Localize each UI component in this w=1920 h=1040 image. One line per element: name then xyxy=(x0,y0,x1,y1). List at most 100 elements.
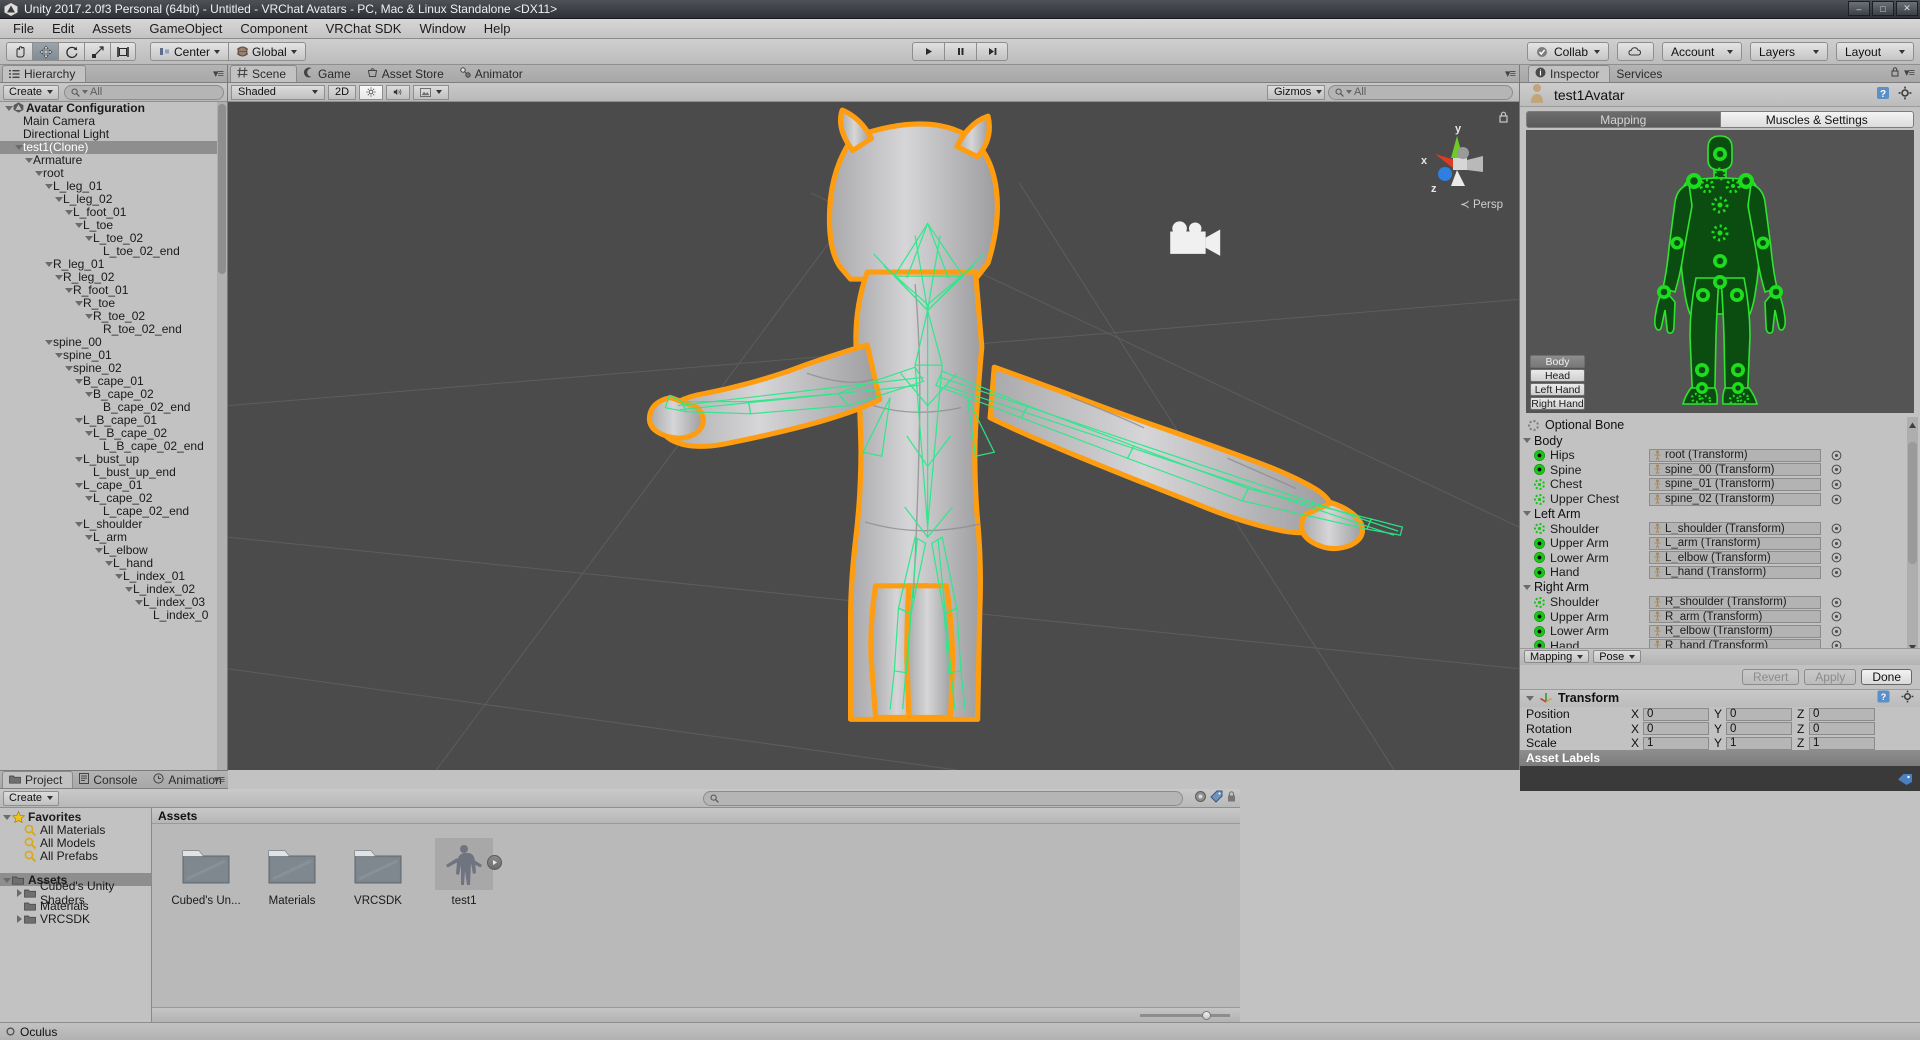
foldout-open-icon[interactable] xyxy=(94,546,103,555)
lighting-toggle-button[interactable] xyxy=(359,84,383,100)
transform-position-y-input[interactable]: 0 xyxy=(1726,707,1792,721)
foldout-open-icon[interactable] xyxy=(2,812,12,822)
hierarchy-item[interactable]: L_hand xyxy=(0,557,227,570)
rect-tool-button[interactable] xyxy=(110,42,136,61)
inspector-lock-icon[interactable] xyxy=(1891,64,1900,80)
2d-toggle-button[interactable]: 2D xyxy=(328,84,356,100)
transform-header[interactable]: Transform ? xyxy=(1520,689,1920,707)
hierarchy-search-input[interactable]: All xyxy=(64,84,224,100)
bone-object-field[interactable]: spine_02 (Transform) xyxy=(1649,492,1821,506)
avatar-region-head[interactable]: Head xyxy=(1530,369,1585,382)
label-tag-icon[interactable] xyxy=(1897,773,1912,785)
menu-item-vrchat-sdk[interactable]: VRChat SDK xyxy=(317,20,411,37)
bone-scroll-thumb[interactable] xyxy=(1908,442,1917,564)
foldout-open-icon[interactable] xyxy=(14,143,23,152)
avatar-tab-muscles-settings[interactable]: Muscles & Settings xyxy=(1719,111,1914,128)
transform-scale-y-input[interactable]: 1 xyxy=(1726,736,1792,750)
asset-labels-body[interactable] xyxy=(1520,766,1920,792)
transform-scale-x-input[interactable]: 1 xyxy=(1643,736,1709,750)
foldout-open-icon[interactable] xyxy=(44,182,53,191)
hand-tool-button[interactable] xyxy=(6,42,32,61)
pivot-mode-button[interactable]: Center xyxy=(150,42,229,61)
foldout-open-icon[interactable] xyxy=(74,377,83,386)
project-tree-item[interactable]: All Prefabs xyxy=(0,849,151,863)
minimize-button[interactable]: – xyxy=(1848,1,1870,16)
foldout-open-icon[interactable] xyxy=(34,169,43,178)
bone-object-field[interactable]: L_arm (Transform) xyxy=(1649,536,1821,550)
transform-rotation-z-input[interactable]: 0 xyxy=(1809,722,1875,735)
bone-object-field[interactable]: L_shoulder (Transform) xyxy=(1649,522,1821,536)
hierarchy-tree[interactable]: Avatar Configuration Main Camera Direction… xyxy=(0,102,227,770)
account-button[interactable]: Account xyxy=(1662,42,1742,61)
avatar-region-buttons[interactable]: Body Head Left Hand Right Hand xyxy=(1530,355,1585,410)
scroll-up-arrow[interactable] xyxy=(1908,417,1917,428)
tab-game[interactable]: Game xyxy=(297,65,361,82)
foldout-open-icon[interactable] xyxy=(64,286,73,295)
window-controls[interactable]: – □ ✕ xyxy=(1848,1,1918,16)
folder-icon[interactable] xyxy=(177,838,235,890)
bone-object-field[interactable]: R_hand (Transform) xyxy=(1649,639,1821,648)
object-picker-icon[interactable] xyxy=(1830,551,1843,564)
foldout-open-icon[interactable] xyxy=(74,481,83,490)
hierarchy-item[interactable]: root xyxy=(0,167,227,180)
bone-group-header[interactable]: Right Arm xyxy=(1520,580,1920,595)
bone-object-field[interactable]: L_elbow (Transform) xyxy=(1649,551,1821,565)
foldout-open-icon[interactable] xyxy=(114,572,123,581)
object-picker-icon[interactable] xyxy=(1830,566,1843,579)
pause-button[interactable] xyxy=(944,42,976,61)
project-tree-item[interactable]: Cubed's Unity Shaders xyxy=(0,879,151,907)
bone-mapping-row[interactable]: Shoulder R_shoulder (Transform) xyxy=(1520,595,1920,610)
cloud-button[interactable] xyxy=(1617,42,1654,61)
foldout-open-icon[interactable] xyxy=(1522,583,1531,592)
effects-toggle-button[interactable] xyxy=(413,84,449,100)
object-picker-icon[interactable] xyxy=(1830,596,1843,609)
shading-mode-dropdown[interactable]: Shaded xyxy=(231,84,325,100)
foldout-open-icon[interactable] xyxy=(24,156,33,165)
hierarchy-item[interactable]: L_foot_01 xyxy=(0,206,227,219)
scene-axis-gizmo[interactable]: y x z xyxy=(1417,120,1497,200)
foldout-open-icon[interactable] xyxy=(104,559,113,568)
foldout-open-icon[interactable] xyxy=(2,875,12,885)
transform-rotation-y-input[interactable]: 0 xyxy=(1726,722,1792,735)
foldout-open-icon[interactable] xyxy=(1522,509,1531,518)
transform-position-z-input[interactable]: 0 xyxy=(1809,707,1875,721)
bone-object-field[interactable]: spine_01 (Transform) xyxy=(1649,477,1821,491)
menu-item-gameobject[interactable]: GameObject xyxy=(140,20,231,37)
object-picker-icon[interactable] xyxy=(1830,522,1843,535)
scroll-down-arrow[interactable] xyxy=(1908,639,1917,648)
asset-preview-play-icon[interactable] xyxy=(487,855,502,870)
foldout-open-icon[interactable] xyxy=(74,221,83,230)
scene-projection-label[interactable]: ≺ Persp xyxy=(1460,197,1503,211)
foldout-open-icon[interactable] xyxy=(84,312,93,321)
hierarchy-item[interactable]: spine_00 xyxy=(0,336,227,349)
foldout-open-icon[interactable] xyxy=(1522,436,1531,445)
menu-item-help[interactable]: Help xyxy=(475,20,520,37)
foldout-open-icon[interactable] xyxy=(84,390,93,399)
transform-gear-icon[interactable] xyxy=(1901,690,1914,706)
foldout-open-icon[interactable] xyxy=(74,455,83,464)
help-icon[interactable]: ? xyxy=(1876,86,1890,103)
layers-button[interactable]: Layers xyxy=(1750,42,1828,61)
inspector-options-icon[interactable]: ▾≡ xyxy=(1904,66,1915,79)
tab-project[interactable]: Project xyxy=(2,771,74,788)
tab-hierarchy[interactable]: Hierarchy xyxy=(2,65,87,82)
foldout-open-icon[interactable] xyxy=(124,585,133,594)
project-tree-item[interactable]: All Materials xyxy=(0,823,151,837)
menu-item-component[interactable]: Component xyxy=(231,20,316,37)
foldout-open-icon[interactable] xyxy=(64,208,73,217)
foldout-open-icon[interactable] xyxy=(84,234,93,243)
transform-rotation-x-input[interactable]: 0 xyxy=(1643,722,1709,735)
avatar-mode-tabs[interactable]: Mapping Muscles & Settings xyxy=(1526,111,1914,128)
bone-object-field[interactable]: R_shoulder (Transform) xyxy=(1649,595,1821,609)
bone-mapping-row[interactable]: Upper Arm R_arm (Transform) xyxy=(1520,609,1920,624)
project-folder-tree[interactable]: Favorites All Materials All Models All Pref… xyxy=(0,808,152,1022)
hierarchy-create-button[interactable]: Create xyxy=(3,84,60,100)
folder-icon[interactable] xyxy=(263,838,321,890)
foldout-open-icon[interactable] xyxy=(4,104,13,113)
close-button[interactable]: ✕ xyxy=(1896,1,1918,16)
foldout-open-icon[interactable] xyxy=(54,351,63,360)
tab-console[interactable]: Console xyxy=(73,771,147,788)
play-button[interactable] xyxy=(912,42,944,61)
thumbnail-size-slider[interactable] xyxy=(1140,1010,1230,1020)
object-picker-icon[interactable] xyxy=(1830,639,1843,648)
